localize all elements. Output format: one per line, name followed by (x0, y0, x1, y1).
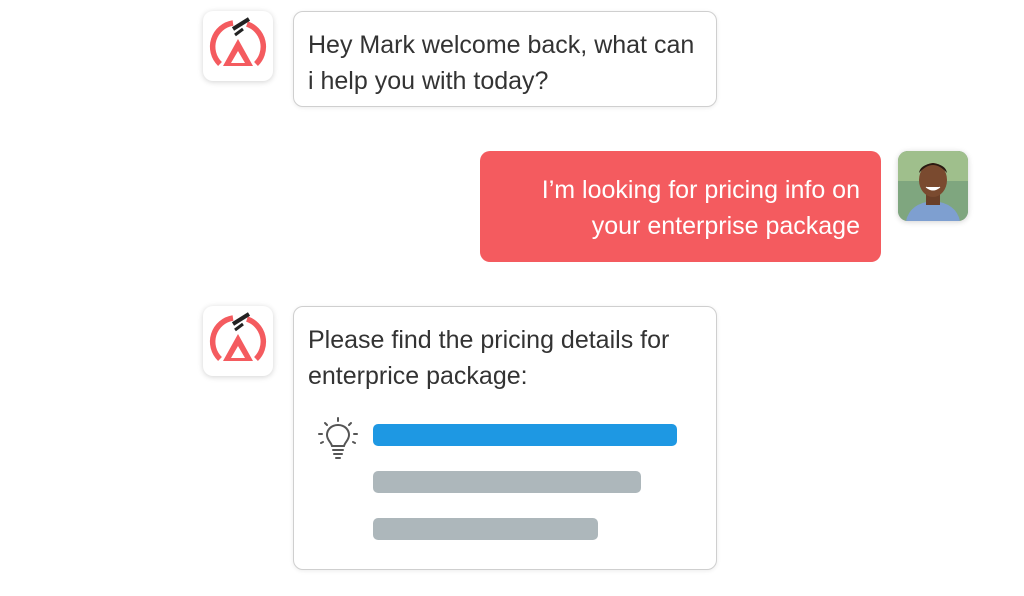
bot-avatar (203, 306, 273, 376)
bot-logo-icon (209, 312, 267, 361)
user-message-text: I’m looking for pricing info on your ent… (541, 176, 860, 240)
bot-avatar (203, 11, 273, 81)
chat-window: Hey Mark welcome back, what can i help y… (0, 0, 1024, 596)
pricing-bar-secondary (373, 471, 641, 493)
pricing-bar-secondary (373, 518, 598, 540)
lightbulb-icon (318, 417, 358, 459)
user-avatar (898, 151, 968, 221)
bot-message-pricing: Please find the pricing details for ente… (293, 306, 717, 570)
user-message: I’m looking for pricing info on your ent… (480, 151, 881, 262)
pricing-bar-primary (373, 424, 677, 446)
bot-message-greeting: Hey Mark welcome back, what can i help y… (293, 11, 717, 107)
bot-logo-icon (209, 17, 267, 66)
bot-message-text: Hey Mark welcome back, what can i help y… (308, 31, 695, 95)
pricing-details-card (312, 417, 692, 547)
user-photo (898, 151, 968, 221)
bot-message-text: Please find the pricing details for ente… (308, 326, 670, 390)
